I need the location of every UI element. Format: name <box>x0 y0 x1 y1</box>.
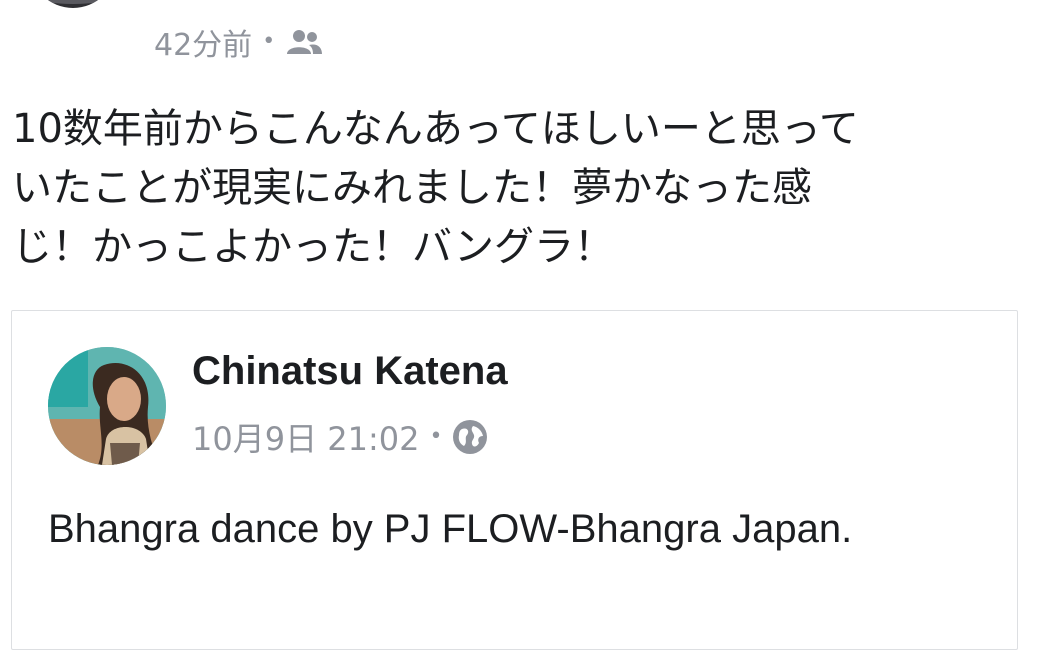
post-meta: 42分前 • <box>154 18 323 66</box>
shared-post-timestamp[interactable]: 10月9日 21:02 <box>192 414 419 460</box>
globe-icon[interactable] <box>452 419 488 455</box>
poster-avatar[interactable] <box>30 0 116 8</box>
shared-author-avatar[interactable] <box>48 347 166 465</box>
shared-post-text: Bhangra dance by PJ FLOW-Bhangra Japan. <box>48 507 853 551</box>
post-body-text: 10数年前からこんなんあってほしいーと思って いたことが現実にみれました！夢かな… <box>12 106 859 270</box>
shared-post-meta: 10月9日 21:02 • <box>192 414 488 460</box>
friends-icon[interactable] <box>285 28 323 56</box>
shared-author-name[interactable]: Chinatsu Katena <box>192 349 508 394</box>
shared-post-card[interactable]: Chinatsu Katena 10月9日 21:02 • Bhangra da… <box>11 310 1018 650</box>
meta-separator: • <box>262 29 276 54</box>
post-time[interactable]: 42分前 <box>154 20 252 64</box>
shared-meta-separator: • <box>429 424 443 449</box>
